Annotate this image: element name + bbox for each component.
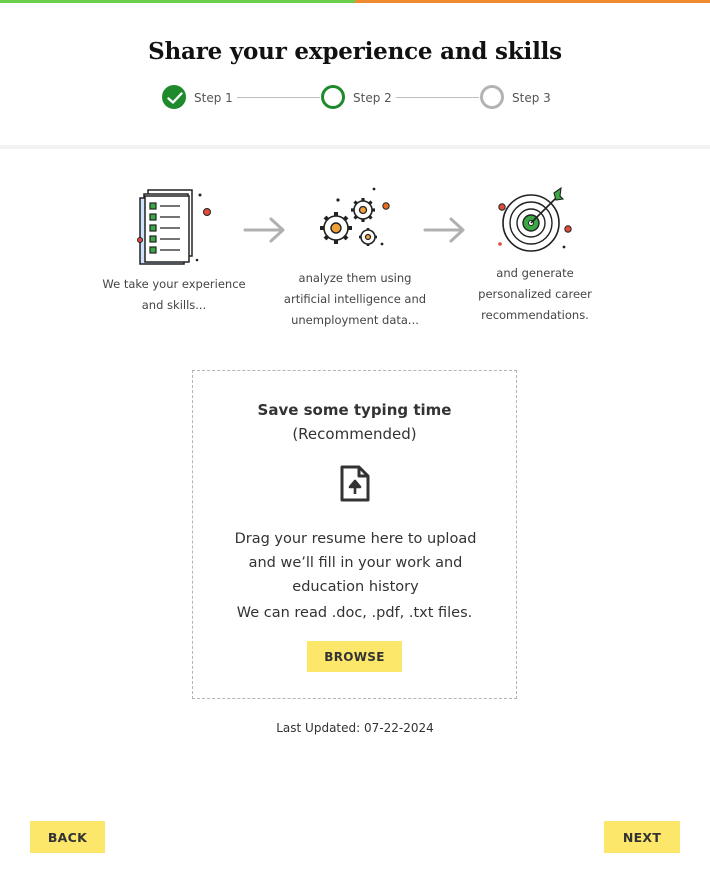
- gears-icon: [316, 186, 394, 256]
- arrow-right-icon: [423, 216, 467, 248]
- target-icon: [494, 186, 574, 257]
- file-upload-icon: [339, 465, 371, 507]
- step-2-label: Step 2: [353, 91, 392, 105]
- feature-2-line-1: analyze them using: [298, 271, 412, 285]
- header-divider: [0, 145, 710, 149]
- feature-2-line-2: artificial intelligence and: [283, 292, 427, 306]
- arrow-right-icon: [243, 216, 287, 248]
- next-button[interactable]: NEXT: [604, 821, 680, 853]
- feature-3-line-3: recommendations.: [481, 308, 589, 322]
- dropzone-instructions: Drag your resume here to upload and we’l…: [223, 527, 488, 599]
- step-2-indicator: [321, 85, 345, 109]
- feature-step-1-text: We take your experience and skills...: [95, 274, 253, 316]
- step-3-label: Step 3: [512, 91, 551, 105]
- feature-1-line-1: We take your experience: [102, 277, 246, 291]
- page-title: Share your experience and skills: [148, 38, 562, 65]
- dropzone-line-3: education history: [292, 579, 419, 595]
- browse-button[interactable]: BROWSE: [307, 641, 402, 672]
- step-3-indicator: [480, 85, 504, 109]
- step-connector: [396, 97, 479, 98]
- feature-3-line-1: and generate: [496, 266, 574, 280]
- dropzone-line-1: Drag your resume here to upload: [234, 531, 477, 547]
- feature-step-3-text: and generate personalized career recomme…: [455, 263, 615, 326]
- dropzone-subtitle: (Recommended): [292, 425, 417, 443]
- feature-3-line-2: personalized career: [478, 287, 592, 301]
- step-1-check-icon: [162, 85, 186, 109]
- dropzone-line-2: and we’ll fill in your work and: [248, 555, 463, 571]
- stepper: Step 1 Step 2 Step 3: [0, 83, 710, 111]
- feature-1-line-2: and skills...: [141, 298, 207, 312]
- supported-formats: We can read .doc, .pdf, .txt files.: [236, 605, 473, 621]
- checklist-document-icon: [136, 187, 214, 271]
- back-button[interactable]: BACK: [30, 821, 105, 853]
- resume-dropzone[interactable]: Save some typing time (Recommended) Drag…: [192, 370, 517, 699]
- last-updated: Last Updated: 07-22-2024: [276, 721, 434, 735]
- feature-2-line-3: unemployment data...: [291, 313, 419, 327]
- step-1-label: Step 1: [194, 91, 233, 105]
- step-connector: [237, 97, 320, 98]
- feature-step-2-text: analyze them using artificial intelligen…: [275, 268, 435, 331]
- dropzone-title: Save some typing time: [257, 401, 452, 419]
- header: Share your experience and skills Step 1 …: [0, 3, 710, 146]
